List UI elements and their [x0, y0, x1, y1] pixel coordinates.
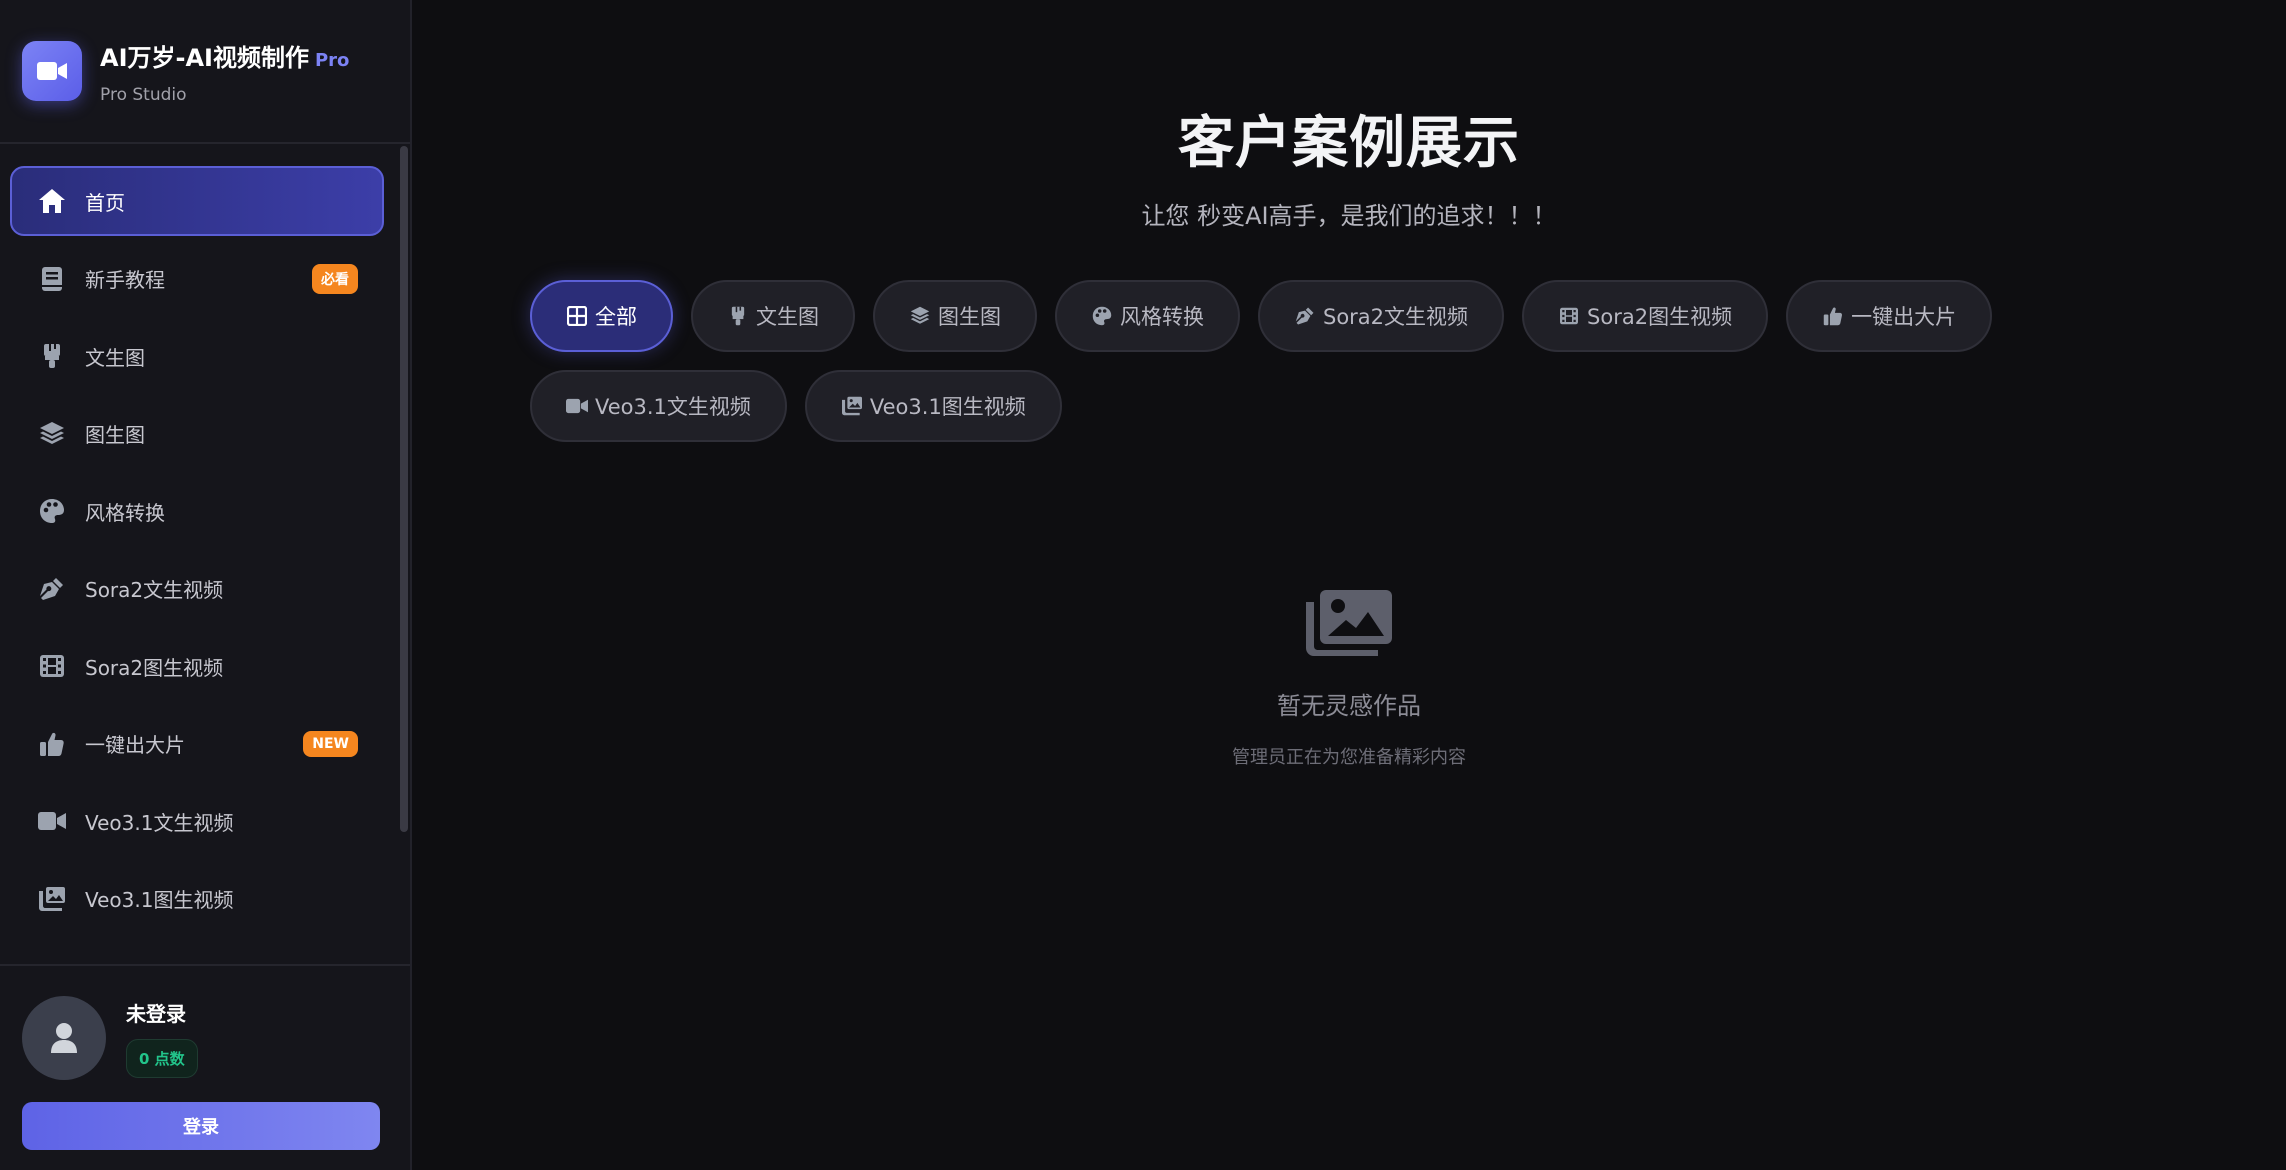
sidebar-item-text-to-image[interactable]: 文生图	[10, 321, 384, 391]
video-camera-icon	[22, 41, 82, 101]
photo-film-icon	[841, 395, 863, 417]
pro-tag: Pro	[314, 49, 350, 71]
sidebar-item-label: Sora2图生视频	[85, 655, 224, 680]
empty-state: 暂无灵感作品 管理员正在为您准备精彩内容	[412, 590, 2286, 769]
points-badge: 0 点数	[126, 1039, 198, 1078]
video-icon	[37, 806, 67, 836]
thumbs-up-icon	[37, 729, 67, 759]
pen-nib-icon	[1294, 305, 1316, 327]
video-icon	[566, 395, 588, 417]
grid-icon	[566, 305, 588, 327]
filter-label: Veo3.1文生视频	[595, 395, 751, 419]
brand-title: AI万岁-AI视频制作 Pro	[100, 43, 350, 72]
brand-header[interactable]: AI万岁-AI视频制作 Pro Pro Studio	[0, 0, 410, 144]
paint-brush-icon	[37, 341, 67, 371]
filter-label: 图生图	[938, 305, 1001, 329]
photo-film-icon	[37, 884, 67, 914]
film-icon	[1558, 305, 1580, 327]
film-icon	[37, 651, 67, 681]
user-panel: 未登录 0 点数 登录	[0, 964, 410, 1170]
filter-image-to-image[interactable]: 图生图	[873, 280, 1037, 352]
sidebar-item-one-click[interactable]: 一键出大片 NEW	[10, 709, 384, 779]
filter-text-to-image[interactable]: 文生图	[691, 280, 855, 352]
sidebar-item-veo31-image-video[interactable]: Veo3.1图生视频	[10, 864, 384, 934]
user-row: 未登录 0 点数	[22, 996, 388, 1080]
sidebar-item-home[interactable]: 首页	[10, 166, 384, 236]
user-meta: 未登录 0 点数	[126, 998, 198, 1078]
layers-icon	[37, 419, 67, 449]
brand-subtitle: Pro Studio	[100, 84, 187, 105]
sidebar-item-label: 新手教程	[85, 268, 165, 292]
user-name: 未登录	[126, 1002, 186, 1026]
filter-label: Sora2图生视频	[1587, 305, 1733, 329]
page-title: 客户案例展示	[1178, 111, 1520, 176]
must-see-badge: 必看	[312, 263, 358, 294]
filter-one-click[interactable]: 一键出大片	[1786, 280, 1993, 352]
sidebar-item-image-to-image[interactable]: 图生图	[10, 399, 384, 469]
filter-sora2-text-video[interactable]: Sora2文生视频	[1258, 280, 1505, 352]
filter-sora2-image-video[interactable]: Sora2图生视频	[1522, 280, 1769, 352]
sidebar-item-sora2-image-video[interactable]: Sora2图生视频	[10, 631, 384, 701]
filter-veo31-image-video[interactable]: Veo3.1图生视频	[804, 370, 1062, 442]
thumbs-up-icon	[1822, 305, 1844, 327]
category-filters: 全部 文生图 图生图 风格转换 Sora2文生视频 Sora2图生视频 一键出大…	[530, 280, 2250, 442]
sidebar-item-label: 图生图	[85, 423, 145, 447]
sidebar-item-label: 首页	[85, 190, 125, 215]
sidebar-scrollbar[interactable]	[400, 146, 408, 832]
avatar[interactable]	[22, 996, 106, 1080]
main-content: 客户案例展示 让您 秒变AI高手，是我们的追求！！！ 全部 文生图 图生图 风格…	[412, 0, 2286, 1170]
layers-icon	[909, 305, 931, 327]
home-icon	[37, 186, 67, 216]
brand-text: AI万岁-AI视频制作 Pro Pro Studio	[100, 38, 349, 105]
login-button[interactable]: 登录	[22, 1102, 380, 1150]
filter-label: 全部	[595, 305, 637, 329]
filter-label: 一键出大片	[1851, 305, 1957, 329]
sidebar-item-label: Sora2文生视频	[85, 578, 224, 602]
user-icon	[51, 1023, 77, 1053]
sidebar-item-sora2-text-video[interactable]: Sora2文生视频	[10, 554, 384, 624]
filter-label: 文生图	[756, 305, 819, 329]
filter-label: 风格转换	[1120, 305, 1204, 329]
pen-nib-icon	[37, 574, 67, 604]
sidebar: AI万岁-AI视频制作 Pro Pro Studio 首页 新手教程 必看 文生图…	[0, 0, 412, 1170]
sidebar-nav: 首页 新手教程 必看 文生图 图生图 风格转换 Sora2文生视频 Sora2图…	[0, 144, 410, 964]
book-icon	[37, 264, 67, 294]
filter-label: Sora2文生视频	[1323, 305, 1469, 329]
filter-style-transfer[interactable]: 风格转换	[1055, 280, 1240, 352]
sidebar-item-tutorial[interactable]: 新手教程 必看	[10, 244, 384, 314]
filter-all[interactable]: 全部	[530, 280, 673, 352]
images-icon	[1306, 590, 1392, 656]
filter-veo31-text-video[interactable]: Veo3.1文生视频	[530, 370, 787, 442]
sidebar-item-style-transfer[interactable]: 风格转换	[10, 476, 384, 546]
palette-icon	[1091, 305, 1113, 327]
sidebar-item-label: Veo3.1文生视频	[85, 810, 234, 835]
empty-subtitle: 管理员正在为您准备精彩内容	[1232, 747, 1466, 768]
paint-brush-icon	[727, 305, 749, 327]
empty-title: 暂无灵感作品	[1277, 692, 1421, 720]
sidebar-item-label: Veo3.1图生视频	[85, 888, 234, 912]
app-root: AI万岁-AI视频制作 Pro Pro Studio 首页 新手教程 必看 文生图…	[0, 0, 2286, 1170]
sidebar-item-label: 风格转换	[85, 500, 165, 525]
palette-icon	[37, 496, 67, 526]
new-badge: NEW	[303, 730, 358, 757]
filter-label: Veo3.1图生视频	[869, 395, 1026, 419]
sidebar-item-label: 一键出大片	[85, 733, 185, 757]
page-subtitle: 让您 秒变AI高手，是我们的追求！！！	[1141, 202, 1557, 230]
sidebar-item-label: 文生图	[85, 345, 145, 370]
sidebar-item-veo31-text-video[interactable]: Veo3.1文生视频	[10, 786, 384, 856]
